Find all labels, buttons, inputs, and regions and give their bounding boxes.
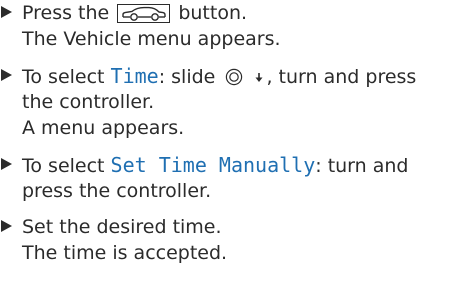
- step-4-line-1: Set the desired time.: [22, 216, 222, 238]
- menu-item-set-time-manually: Set Time Manually: [110, 153, 316, 177]
- step-3-text-post: : turn and: [315, 155, 409, 177]
- step-1-line-1: Press the button.: [22, 0, 247, 26]
- step-bullet-icon: [1, 220, 12, 232]
- menu-item-time: Time: [110, 64, 159, 88]
- step-2-line-1: To select Time: slide , turn and press: [22, 63, 416, 89]
- step-4-result: The time is accepted.: [22, 242, 228, 264]
- step-2-text-pre: To select: [22, 66, 105, 88]
- controller-icon: [226, 68, 243, 86]
- step-1-result: The Vehicle menu appears.: [22, 28, 281, 50]
- step-3-line-2: press the controller.: [22, 180, 212, 202]
- step-2-result: A menu appears.: [22, 117, 185, 139]
- step-3-line-1: To select Set Time Manually: turn and: [22, 152, 409, 178]
- step-1-text-pre: Press the: [22, 2, 110, 24]
- down-arrow-icon: [255, 73, 263, 82]
- step-bullet-icon: [1, 6, 12, 18]
- step-2-text-mid: : slide: [158, 66, 216, 88]
- instruction-document: Press the button. The Vehicle menu appea…: [0, 0, 462, 289]
- step-3-text-pre: To select: [22, 155, 105, 177]
- step-1-text-post: button.: [178, 2, 248, 24]
- car-icon: [117, 4, 171, 23]
- step-2-line-2: the controller.: [22, 91, 155, 113]
- step-bullet-icon: [1, 69, 12, 81]
- step-bullet-icon: [1, 158, 12, 170]
- step-2-text-post: , turn and press: [266, 66, 417, 88]
